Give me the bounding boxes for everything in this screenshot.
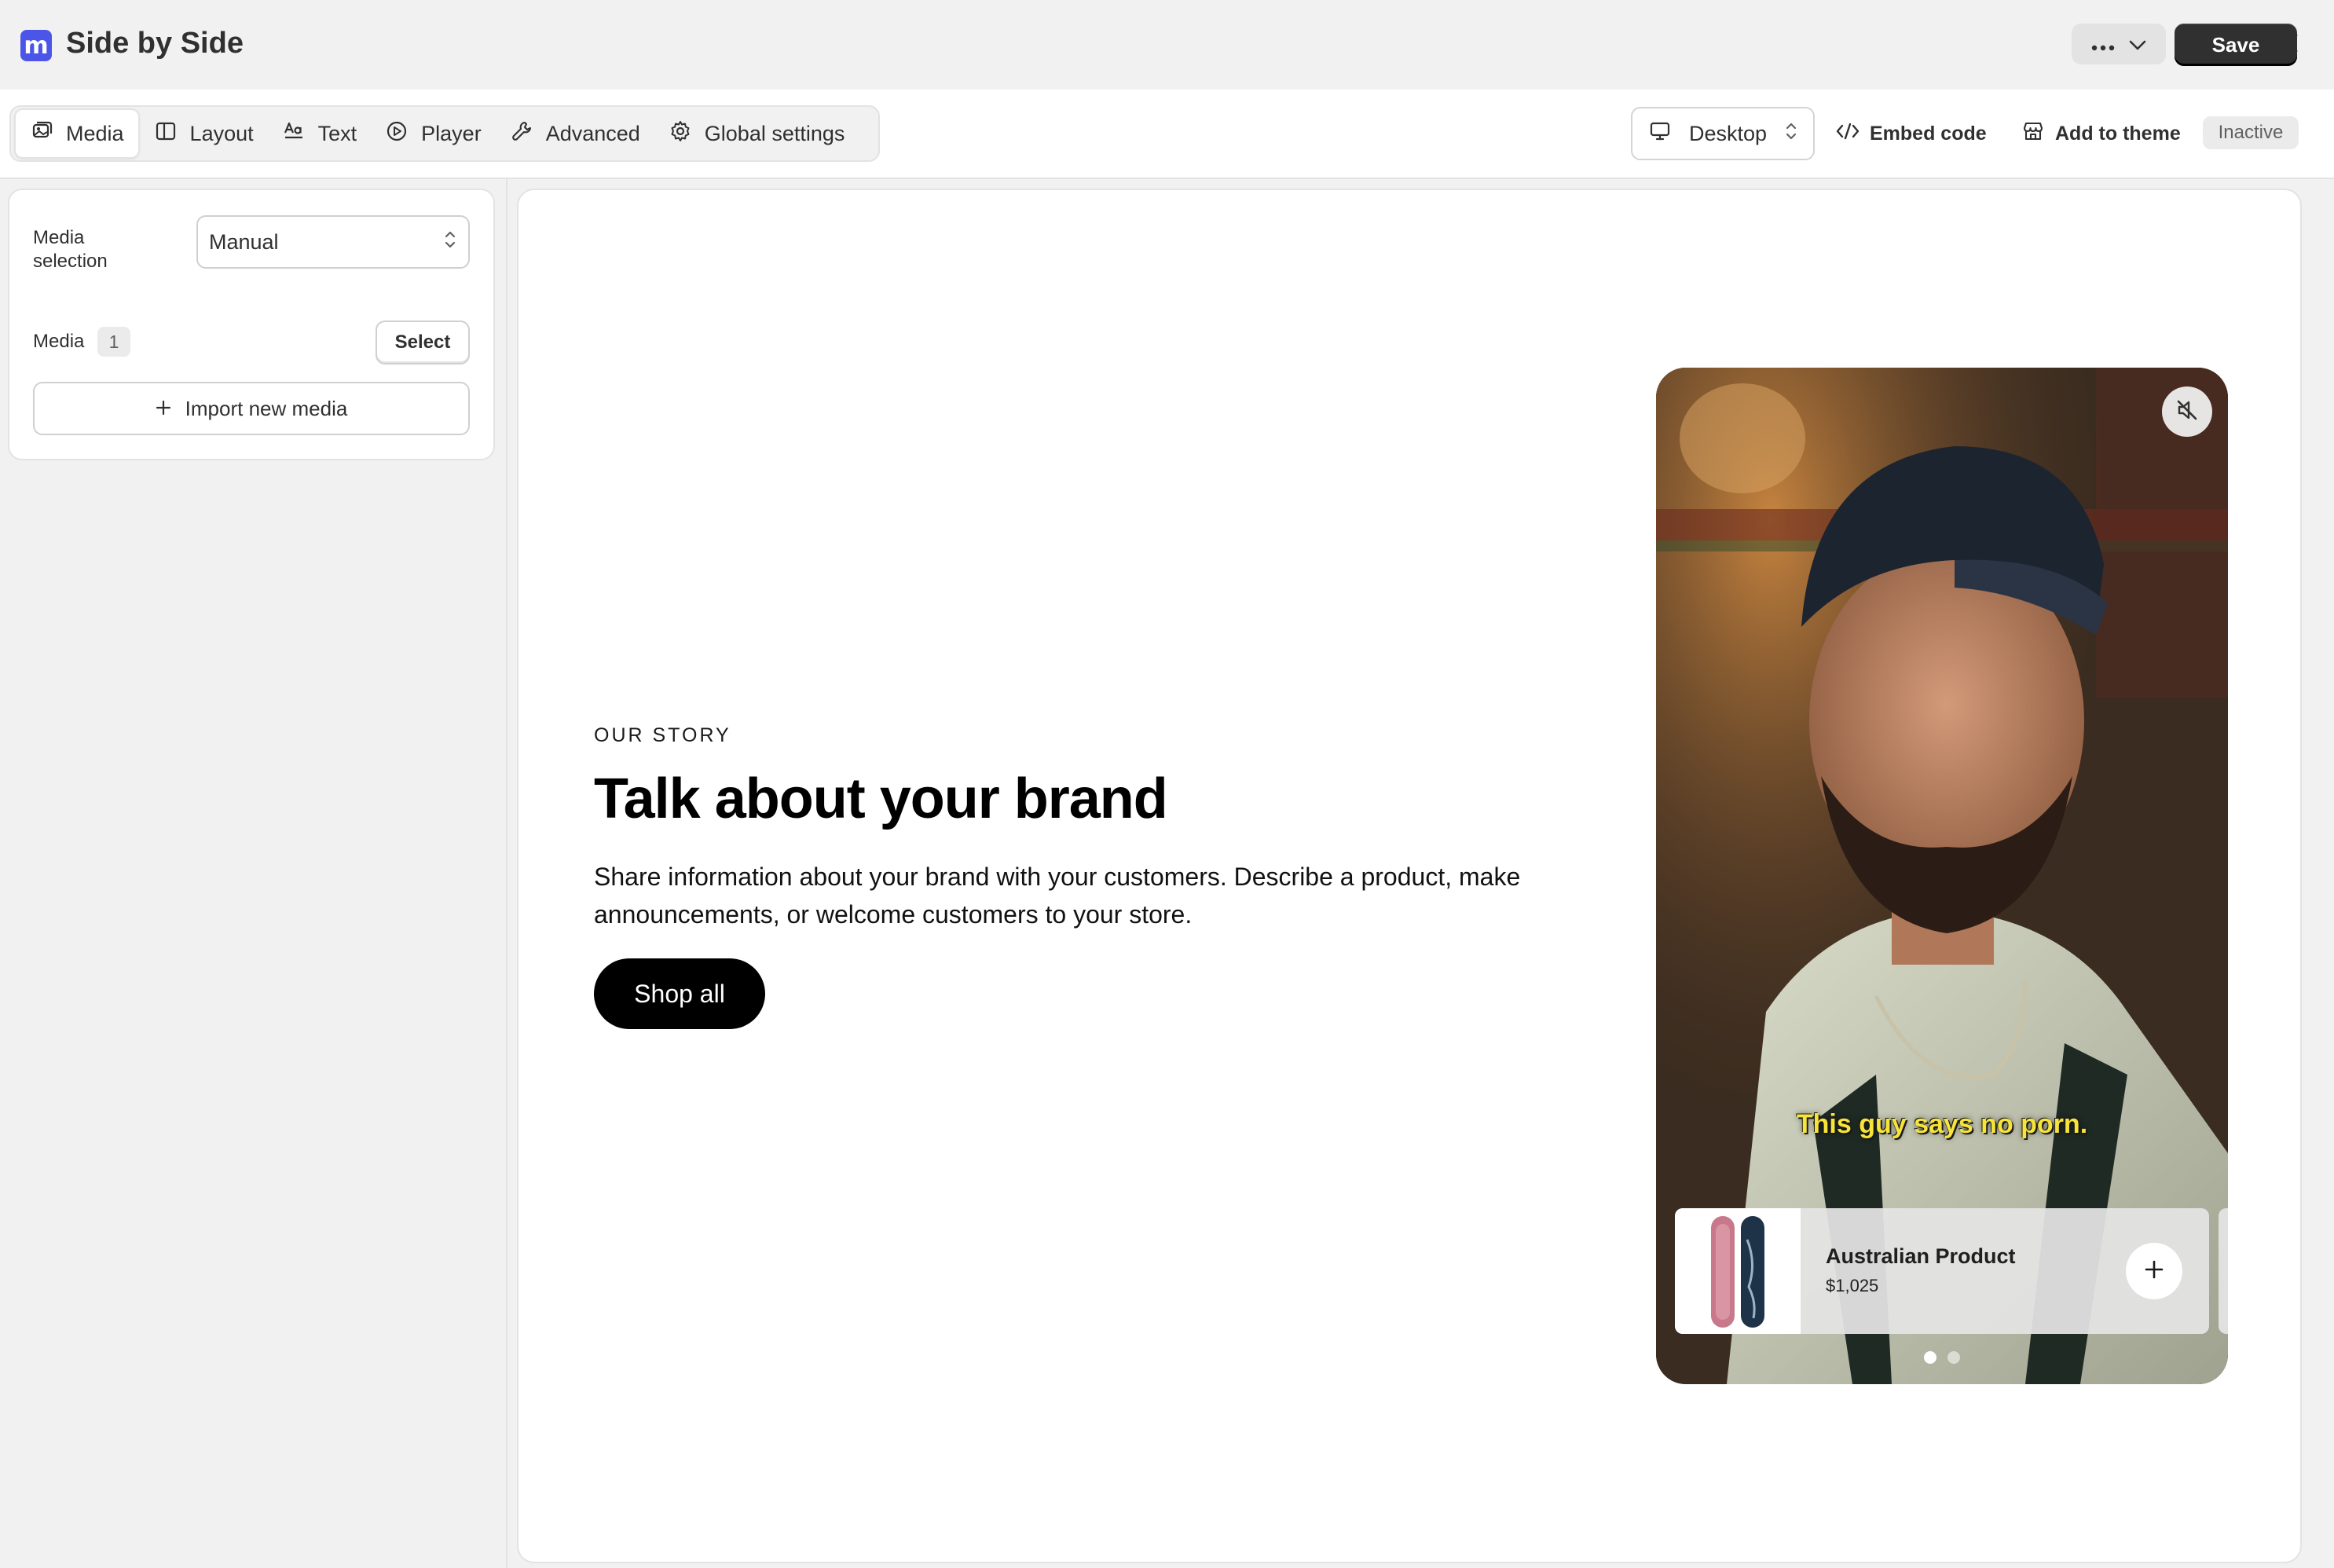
shop-all-button[interactable]: Shop all (594, 958, 765, 1029)
chevron-down-icon (2129, 31, 2146, 57)
tab-media[interactable]: Media (14, 108, 140, 159)
play-icon (385, 119, 409, 148)
carousel-pagination (1656, 1351, 2228, 1364)
app-logo: m (20, 30, 52, 61)
tab-layout[interactable]: Layout (140, 108, 268, 159)
add-to-theme-button[interactable]: Add to theme (2021, 107, 2181, 160)
tab-label: Global settings (704, 121, 845, 145)
section-eyebrow: OUR STORY (594, 724, 731, 746)
media-settings-panel: Media selection Manual Media 1 Select Im… (8, 189, 495, 460)
tab-label: Advanced (545, 121, 640, 145)
product-name: Australian Product (1826, 1244, 2016, 1268)
carousel-dot[interactable] (1924, 1351, 1936, 1364)
product-thumbnail (1675, 1208, 1801, 1334)
tab-label: Player (421, 121, 482, 145)
preview-canvas: OUR STORY Talk about your brand Share in… (517, 189, 2302, 1563)
more-actions-button[interactable] (2072, 24, 2166, 64)
media-selection-select[interactable]: Manual (196, 215, 470, 269)
import-new-media-button[interactable]: Import new media (33, 382, 470, 435)
product-price: $1,025 (1826, 1276, 1879, 1295)
wrench-icon (510, 119, 533, 148)
layout-icon (154, 119, 178, 148)
panel-divider (506, 179, 507, 1568)
tab-label: Media (66, 121, 124, 145)
editor-toolbar: Media Layout Text Player Advanced Global… (0, 90, 2334, 179)
add-to-theme-label: Add to theme (2055, 122, 2181, 145)
plus-icon (2143, 1258, 2165, 1284)
chevron-up-down-icon (443, 228, 457, 257)
text-icon (282, 119, 306, 148)
tab-label: Layout (189, 121, 254, 145)
speaker-muted-icon (2175, 397, 2200, 427)
page-title: Side by Side (66, 27, 244, 60)
section-headline: Talk about your brand (594, 768, 1168, 830)
tab-text[interactable]: Text (268, 108, 372, 159)
embed-code-label: Embed code (1870, 122, 1987, 145)
gear-icon (669, 119, 692, 148)
media-label: Media (33, 331, 85, 352)
tab-advanced[interactable]: Advanced (496, 108, 654, 159)
product-card[interactable]: Australian Product $1,025 (1675, 1208, 2209, 1334)
ellipsis-icon (2091, 31, 2115, 57)
add-to-cart-button[interactable] (2126, 1243, 2182, 1299)
tab-player[interactable]: Player (371, 108, 496, 159)
close-icon (2278, 33, 2299, 57)
media-count-badge: 1 (97, 327, 130, 357)
video-player[interactable]: This guy says no porn. Australian Produc… (1656, 368, 2228, 1384)
store-icon (2021, 119, 2046, 148)
next-product-card[interactable] (2219, 1208, 2228, 1334)
tab-label: Text (317, 121, 357, 145)
media-selection-value: Manual (209, 229, 279, 254)
image-icon (30, 119, 53, 148)
plus-icon (156, 397, 171, 421)
tab-global-settings[interactable]: Global settings (654, 108, 859, 159)
settings-tabs: Media Layout Text Player Advanced Global… (9, 105, 880, 162)
media-selection-label: Media selection (33, 227, 108, 272)
embed-code-button[interactable]: Embed code (1835, 107, 1987, 160)
title-bar: m Side by Side Save (0, 0, 2334, 90)
video-caption: This guy says no porn. (1796, 1109, 2088, 1139)
chevron-up-down-icon (1784, 119, 1798, 148)
desktop-icon (1648, 119, 1672, 148)
device-select-value: Desktop (1689, 121, 1768, 145)
device-select[interactable]: Desktop (1631, 107, 1815, 160)
carousel-dot[interactable] (1947, 1351, 1960, 1364)
import-new-media-label: Import new media (185, 396, 348, 420)
section-body: Share information about your brand with … (594, 863, 1521, 929)
code-icon (1835, 119, 1860, 148)
status-badge: Inactive (2203, 116, 2299, 149)
mute-toggle-button[interactable] (2162, 387, 2212, 437)
select-media-button[interactable]: Select (376, 321, 470, 365)
close-button[interactable] (2270, 27, 2307, 63)
